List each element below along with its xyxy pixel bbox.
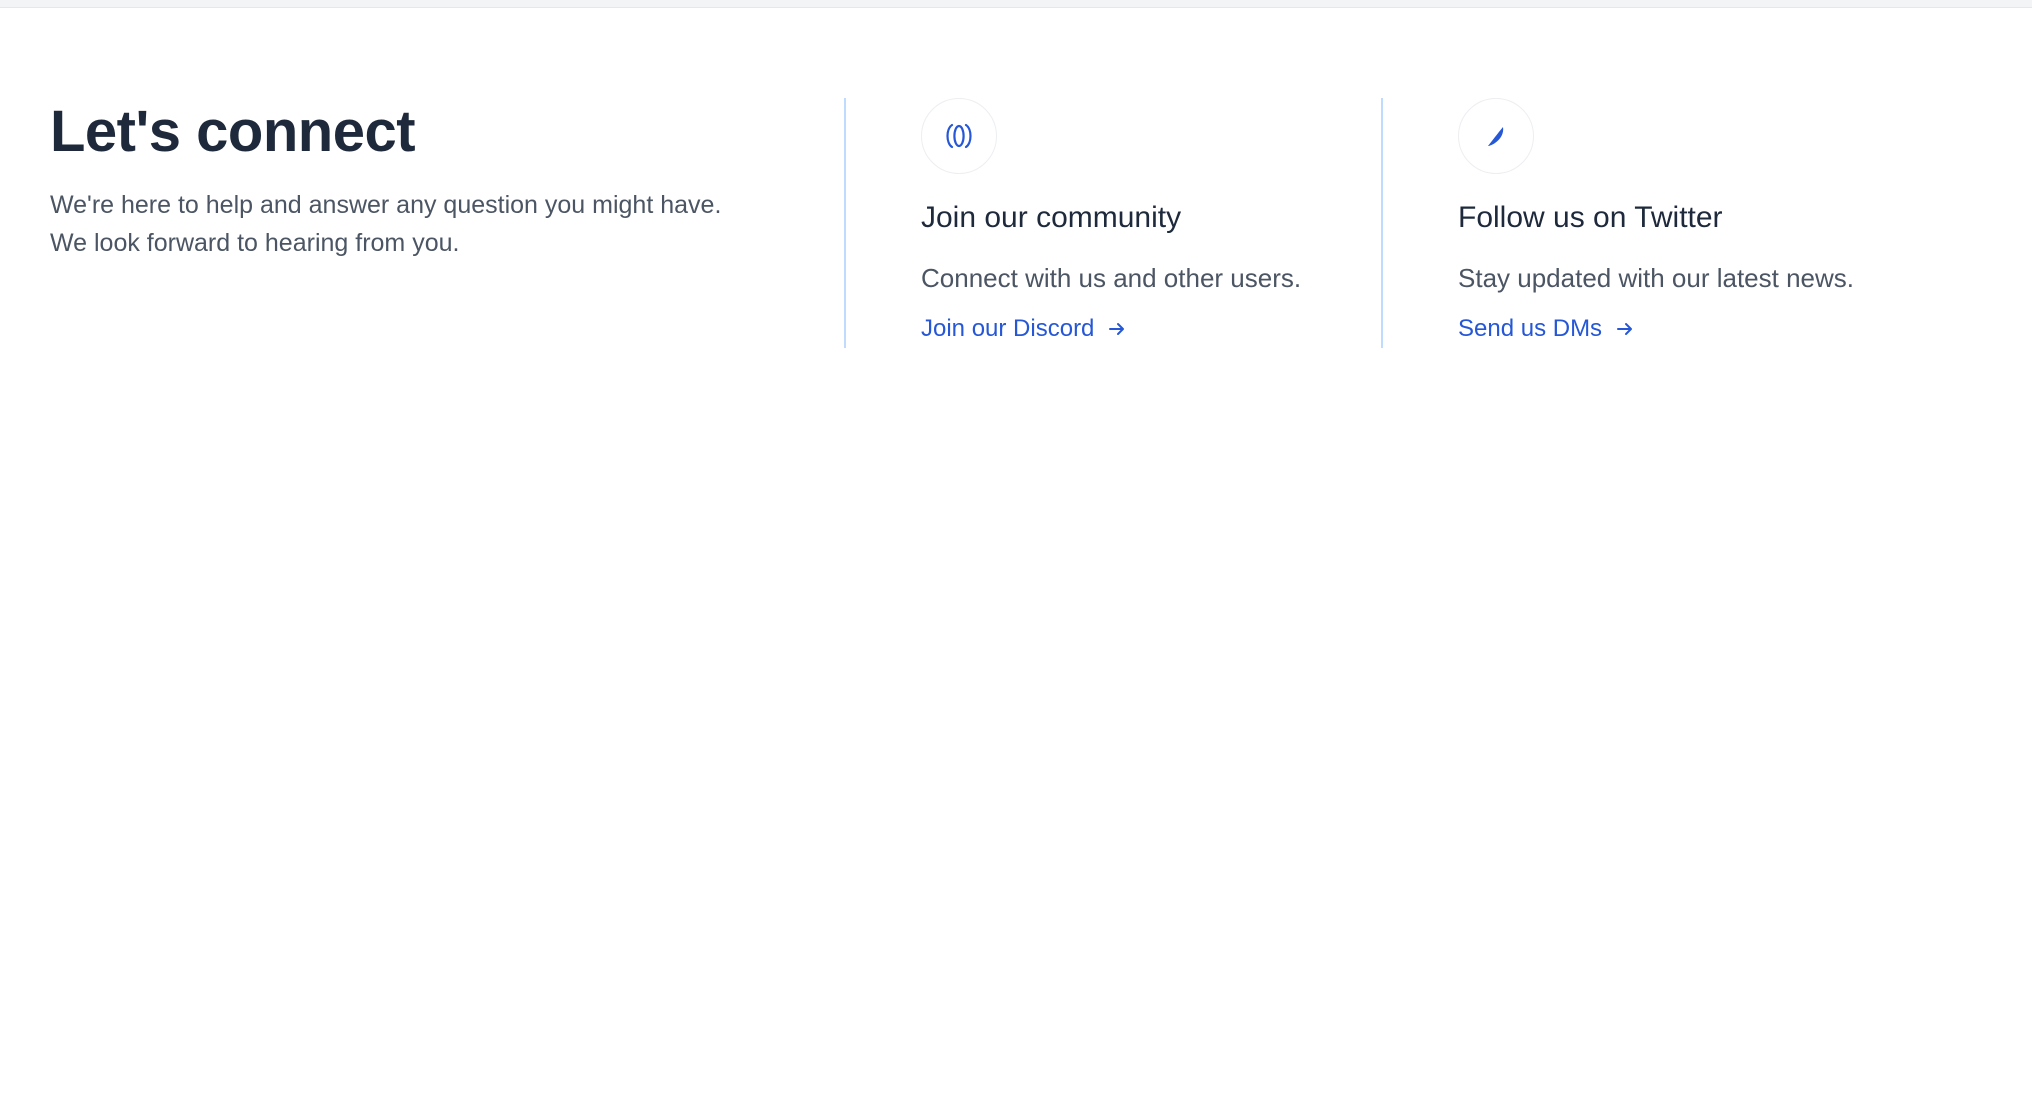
feather-icon: [1488, 127, 1504, 146]
community-description: Connect with us and other users.: [921, 263, 1302, 293]
twitter-card: Follow us on Twitter Stay updated with o…: [1458, 98, 1928, 346]
community-card: Join our community Connect with us and o…: [921, 98, 1391, 346]
community-title: Join our community: [921, 201, 1182, 234]
discord-icon: [946, 123, 972, 149]
join-discord-link-label: Join our Discord: [921, 315, 1095, 342]
community-icon-circle: [921, 98, 997, 174]
divider-twitter: [1381, 98, 1383, 348]
join-discord-link[interactable]: Join our Discord: [921, 312, 1126, 346]
divider-community: [844, 98, 846, 348]
page-title: Let's connect: [50, 99, 416, 164]
arrow-right-icon: [1616, 320, 1634, 338]
twitter-description: Stay updated with our latest news.: [1458, 263, 1855, 293]
arrow-right-icon: [1108, 320, 1126, 338]
twitter-icon-circle: [1458, 98, 1534, 174]
send-dms-link[interactable]: Send us DMs: [1458, 312, 1634, 346]
twitter-title: Follow us on Twitter: [1458, 201, 1723, 234]
intro-lead: We're here to help and answer any questi…: [50, 186, 810, 262]
intro-lead-line-2: We look forward to hearing from you.: [50, 229, 460, 257]
contact-section: Let's connect We're here to help and ans…: [0, 0, 2032, 1112]
intro-lead-line-1: We're here to help and answer any questi…: [50, 191, 722, 219]
intro-block: Let's connect We're here to help and ans…: [50, 96, 810, 262]
send-dms-link-label: Send us DMs: [1458, 315, 1603, 342]
